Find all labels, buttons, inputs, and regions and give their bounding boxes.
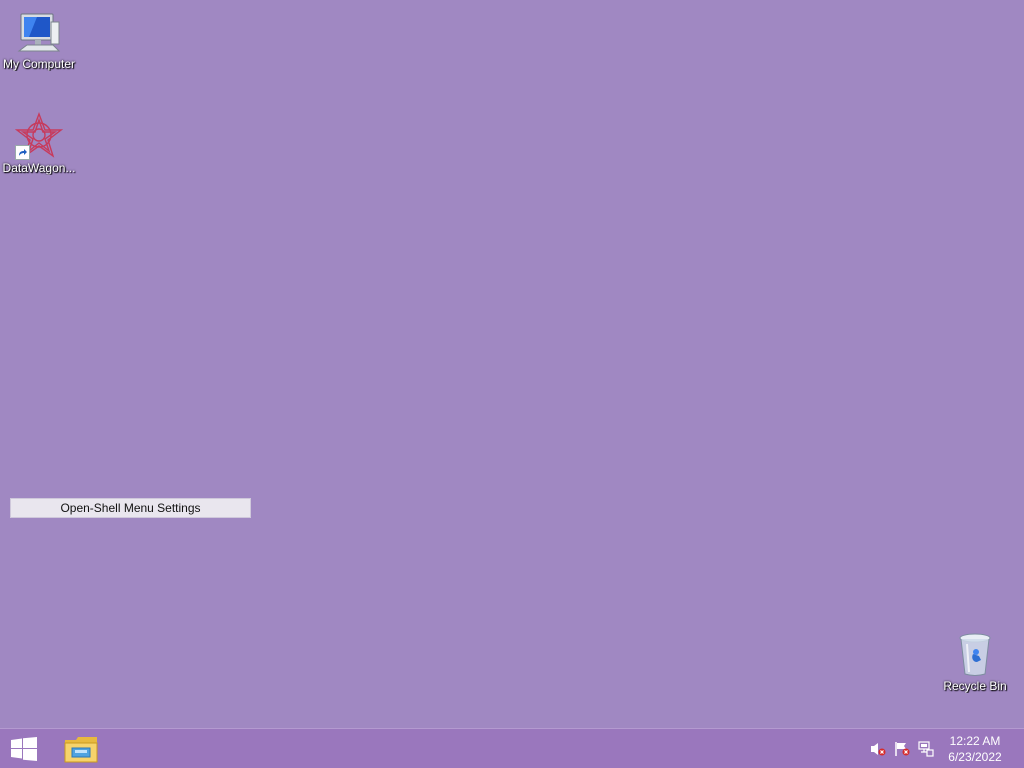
open-shell-menu-settings-item[interactable]: Open-Shell Menu Settings	[10, 498, 251, 518]
desktop-icon-label: Recycle Bin	[943, 679, 1007, 693]
action-center-flag-icon[interactable]	[890, 737, 914, 761]
windows-logo-icon	[11, 737, 37, 761]
file-explorer-icon	[64, 737, 98, 763]
shortcut-arrow-icon	[15, 145, 30, 160]
volume-muted-icon[interactable]	[866, 737, 890, 761]
computer-icon	[15, 8, 63, 56]
start-button[interactable]	[0, 729, 48, 768]
clock-date: 6/23/2022	[948, 750, 1002, 764]
network-icon[interactable]	[914, 737, 938, 761]
desktop-icon-label: My Computer	[2, 57, 76, 71]
taskbar-file-explorer[interactable]	[58, 729, 104, 768]
recycle-bin-icon	[951, 630, 999, 678]
desktop-icon-recycle-bin[interactable]: Recycle Bin	[936, 630, 1014, 693]
desktop-icon-label: DataWagon...	[2, 161, 76, 175]
clock-time: 12:22 AM	[949, 734, 1001, 748]
desktop-icon-my-computer[interactable]: My Computer	[0, 8, 78, 71]
desktop[interactable]: My Computer DataWagon... Open-Shell Menu…	[0, 0, 1024, 728]
taskbar: 12:22 AM 6/23/2022	[0, 728, 1024, 768]
datawagon-icon	[14, 112, 64, 160]
desktop-icon-datawagon[interactable]: DataWagon...	[0, 112, 78, 175]
taskbar-clock[interactable]: 12:22 AM 6/23/2022	[940, 733, 1010, 765]
system-tray	[866, 729, 938, 768]
